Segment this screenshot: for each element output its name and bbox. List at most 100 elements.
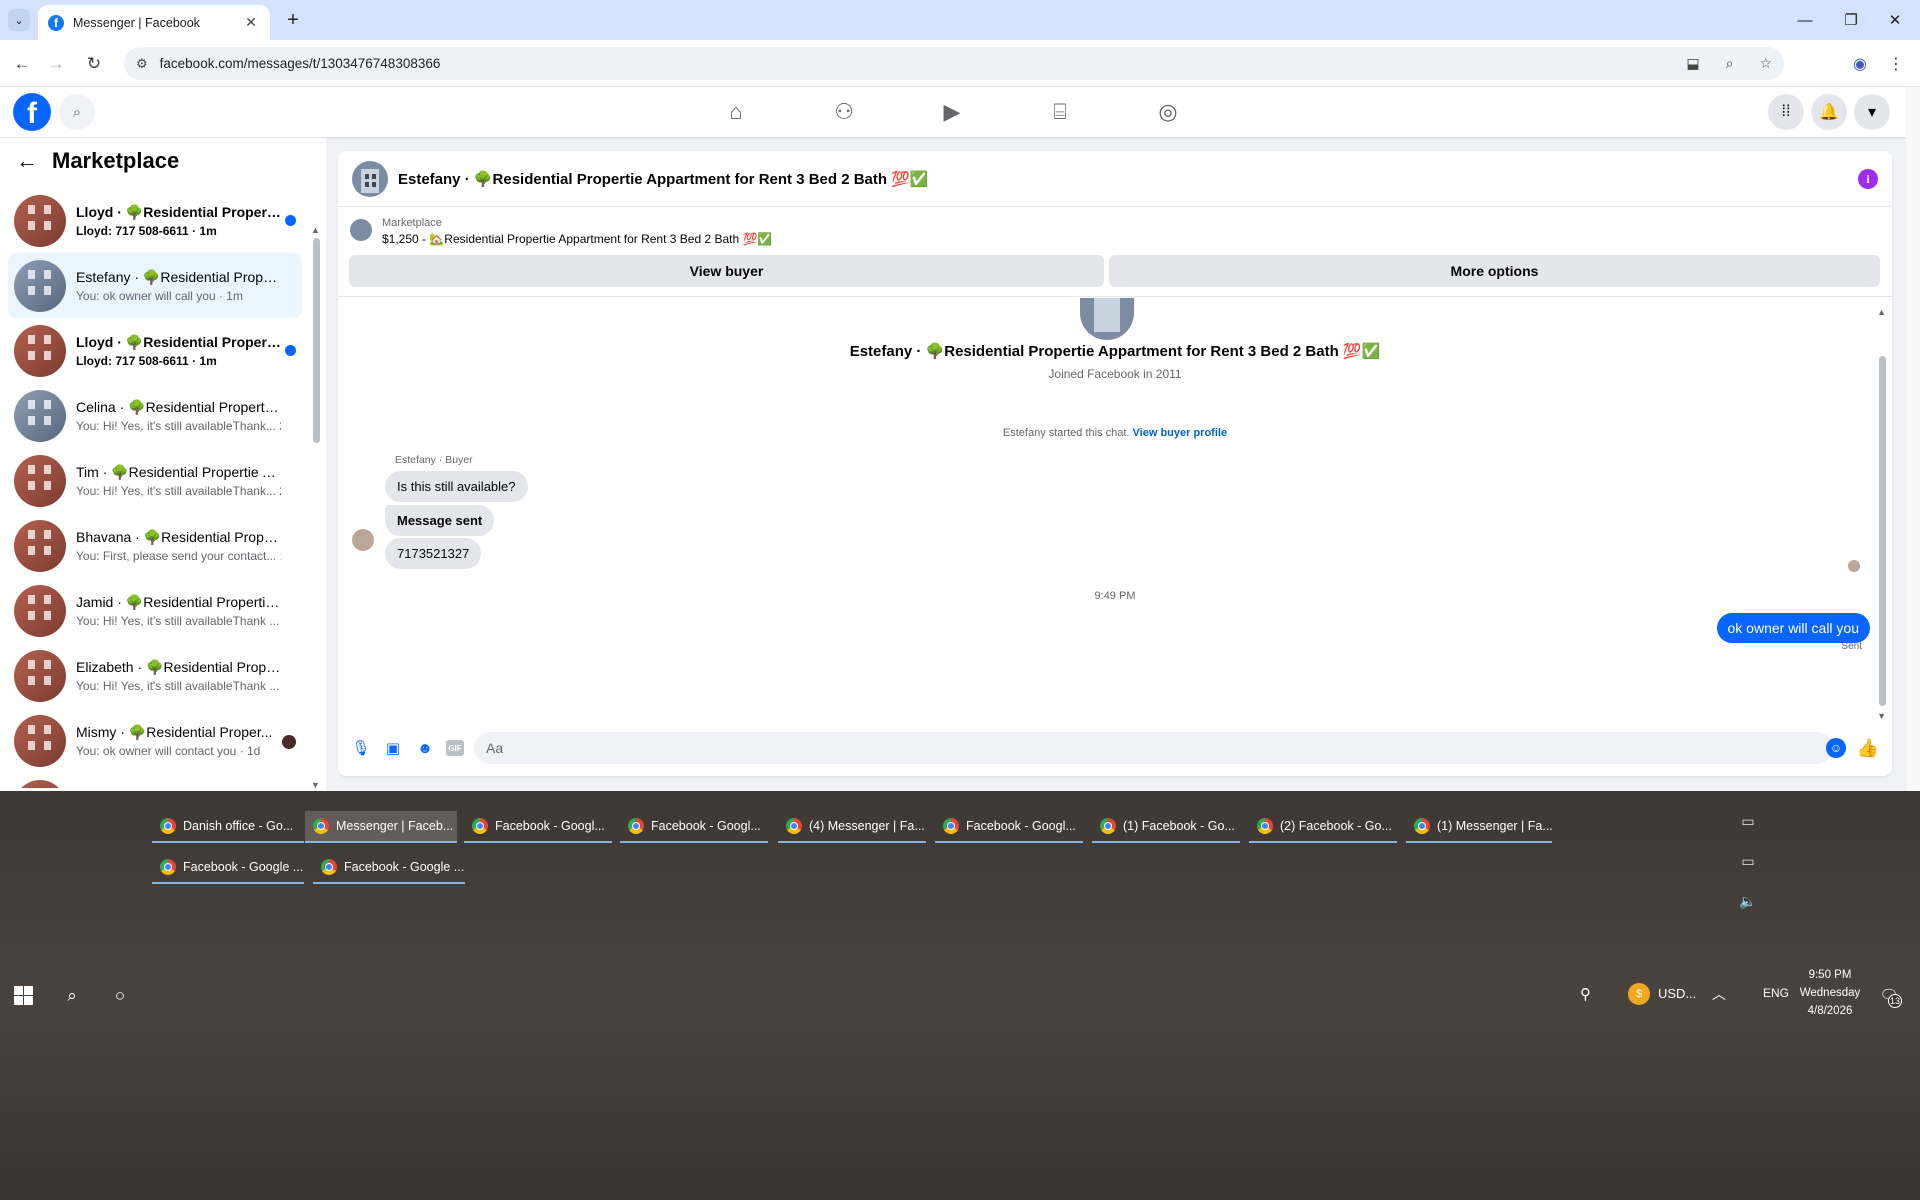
friends-icon[interactable]: ⚇ <box>826 94 862 130</box>
conversation-text: Lloyd · 🌳Residential Properti... Lloyd: 7… <box>76 334 281 368</box>
task-view-window[interactable]: Facebook - Google ... <box>152 852 304 884</box>
task-view-window[interactable]: Messenger | Faceb... <box>305 811 457 843</box>
view-buyer-button[interactable]: View buyer <box>349 255 1104 287</box>
zoom-icon[interactable]: ⌕ <box>1726 55 1734 72</box>
conversation-item[interactable]: Bhavana · 🌳Residential Propert... You: Fi… <box>8 513 302 578</box>
scroll-down-icon[interactable]: ▼ <box>311 780 320 790</box>
sidebar-scrollbar[interactable] <box>313 238 320 443</box>
currency-app-icon[interactable]: $ <box>1628 983 1650 1005</box>
incoming-message[interactable]: 7173521327 <box>385 538 482 569</box>
task-view-window[interactable]: Facebook - Googl... <box>620 811 768 843</box>
emoji-icon[interactable]: ☺ <box>1826 738 1846 758</box>
restore-icon[interactable]: ❐ <box>1836 6 1866 34</box>
info-icon[interactable]: i <box>1858 169 1878 189</box>
gif-icon[interactable]: GIF <box>446 740 464 756</box>
taskbar-clock[interactable]: 9:50 PM Wednesday 4/8/2026 <box>1795 966 1865 1020</box>
volume-icon[interactable]: 🔈 <box>1738 891 1758 911</box>
conversation-text: Celina · 🌳Residential Propertie ... You: … <box>76 399 281 433</box>
outgoing-message[interactable]: ok owner will call you <box>1716 613 1870 643</box>
conversation-item[interactable]: Jamid · 🌳Residential Propertie ... You: H… <box>8 578 302 643</box>
thumbs-up-icon[interactable]: 👍 <box>1856 736 1880 760</box>
task-view-window[interactable]: (1) Messenger | Fa... <box>1406 811 1552 843</box>
conversation-item[interactable]: Tim · 🌳Residential Propertie A... You: Hi… <box>8 448 302 513</box>
search-icon[interactable]: ⌕ <box>60 984 84 1008</box>
bookmark-star-icon[interactable]: ☆ <box>1759 55 1772 72</box>
listing-thumbnail[interactable] <box>350 219 372 241</box>
scroll-up-icon[interactable]: ▲ <box>311 225 320 235</box>
minimize-icon[interactable]: — <box>1790 6 1820 34</box>
search-icon[interactable]: ⌕ <box>59 94 95 130</box>
conversation-preview: You: Hi! Yes, it's still availableThank.… <box>76 418 281 433</box>
tray-app-label[interactable]: USD... <box>1658 986 1696 1001</box>
task-view-window-title: Facebook - Googl... <box>495 819 605 833</box>
close-icon[interactable]: ✕ <box>1880 6 1910 34</box>
conversation-preview: You: ok owner will contact you · 1d <box>76 743 261 758</box>
incoming-message[interactable]: Is this still available? <box>385 471 528 502</box>
back-arrow-icon[interactable]: ← <box>10 52 34 76</box>
conversation-preview: You: ok owner will call you · 1m <box>76 288 243 303</box>
facebook-logo-icon[interactable]: f <box>13 93 51 131</box>
photo-icon[interactable]: ▣ <box>382 737 404 759</box>
task-view-window[interactable]: (4) Messenger | Fa... <box>778 811 926 843</box>
conversation-item[interactable]: Brenda · 🌳Residential Properti... <box>8 773 302 788</box>
forward-arrow-icon[interactable]: → <box>44 52 68 76</box>
video-icon[interactable]: ▶ <box>934 94 970 130</box>
conversation-text: Mismy · 🌳Residential Proper... You: ok ow… <box>76 724 281 758</box>
chat-started-text: Estefany started this chat. <box>1002 427 1130 439</box>
account-caret-icon[interactable]: ▾ <box>1854 94 1890 130</box>
chat-title[interactable]: Estefany · 🌳Residential Propertie Appart… <box>398 170 929 188</box>
menu-grid-icon[interactable]: ⁞⁞ <box>1768 94 1804 130</box>
message-input[interactable] <box>474 732 1832 764</box>
browser-menu-icon[interactable]: ⋮ <box>1886 52 1906 76</box>
close-tab-icon[interactable]: ✕ <box>242 14 260 32</box>
profile-icon[interactable]: ◉ <box>1848 52 1872 76</box>
gaming-icon[interactable]: ◎ <box>1150 94 1186 130</box>
notifications-bell-icon[interactable]: 🔔 <box>1811 94 1847 130</box>
phone-link-icon[interactable]: ▭ <box>1738 811 1758 831</box>
buyer-avatar[interactable] <box>1080 298 1134 340</box>
conversation-item[interactable]: Mismy · 🌳Residential Proper... You: ok ow… <box>8 708 302 773</box>
site-info-icon[interactable]: ⚙ <box>136 56 148 72</box>
reload-icon[interactable]: ↻ <box>82 52 106 76</box>
task-view-window[interactable]: Facebook - Googl... <box>464 811 612 843</box>
conversation-item[interactable]: Elizabeth · 🌳Residential Proper... You: H… <box>8 643 302 708</box>
sticker-icon[interactable]: ☻ <box>414 737 436 759</box>
task-view-window[interactable]: Danish office - Go... <box>152 811 304 843</box>
install-app-icon[interactable]: ⬓ <box>1686 55 1699 72</box>
conversation-item[interactable]: Lloyd · 🌳Residential Properti... Lloyd: 7… <box>8 188 302 253</box>
people-icon[interactable]: ⚲ <box>1580 985 1591 1003</box>
back-arrow-icon[interactable]: ← <box>16 148 38 174</box>
windows-start-icon[interactable] <box>14 986 34 1006</box>
scroll-up-icon[interactable]: ▲ <box>1877 307 1886 317</box>
view-buyer-profile-link[interactable]: View buyer profile <box>1133 427 1228 439</box>
browser-tab-messenger[interactable]: f Messenger | Facebook ✕ <box>38 5 270 40</box>
task-view-window[interactable]: (1) Facebook - Go... <box>1092 811 1240 843</box>
chat-avatar[interactable] <box>352 160 388 197</box>
task-view-window[interactable]: (2) Facebook - Go... <box>1249 811 1397 843</box>
more-options-button[interactable]: More options <box>1109 255 1880 287</box>
language-indicator[interactable]: ENG <box>1763 986 1789 1000</box>
listing-title[interactable]: $1,250 - 🏡Residential Propertie Appartme… <box>382 232 772 246</box>
display-icon[interactable]: ▭ <box>1738 851 1758 871</box>
task-view-window[interactable]: Facebook - Googl... <box>935 811 1083 843</box>
tab-search-button[interactable]: ⌄ <box>8 9 30 31</box>
task-view-window[interactable]: Facebook - Google ... <box>313 852 465 884</box>
unread-dot <box>285 215 296 226</box>
message-scrollbar[interactable] <box>1879 356 1886 706</box>
cortana-icon[interactable]: ○ <box>108 984 132 1008</box>
url-text[interactable]: facebook.com/messages/t/1303476748308366 <box>160 56 1661 71</box>
new-tab-button[interactable]: + <box>282 9 304 31</box>
scroll-down-icon[interactable]: ▼ <box>1877 711 1886 721</box>
conversation-item[interactable]: Lloyd · 🌳Residential Properti... Lloyd: 7… <box>8 318 302 383</box>
marketplace-icon[interactable]: ⌸ <box>1042 94 1078 130</box>
incoming-message[interactable]: Message sent <box>385 505 495 536</box>
microphone-icon[interactable]: 🎙 <box>350 737 372 759</box>
chevron-up-icon[interactable]: ︿ <box>1712 984 1726 1004</box>
address-bar[interactable]: ⚙ facebook.com/messages/t/13034767483083… <box>124 47 1784 80</box>
page-scrollbar[interactable] <box>1906 87 1920 791</box>
sidebar-title: Marketplace <box>52 148 180 173</box>
conversation-item[interactable]: Estefany · 🌳Residential Propert... You: o… <box>8 253 302 318</box>
conversation-item[interactable]: Celina · 🌳Residential Propertie ... You: … <box>8 383 302 448</box>
home-icon[interactable]: ⌂ <box>718 94 754 130</box>
buyer-mini-avatar <box>352 529 374 551</box>
